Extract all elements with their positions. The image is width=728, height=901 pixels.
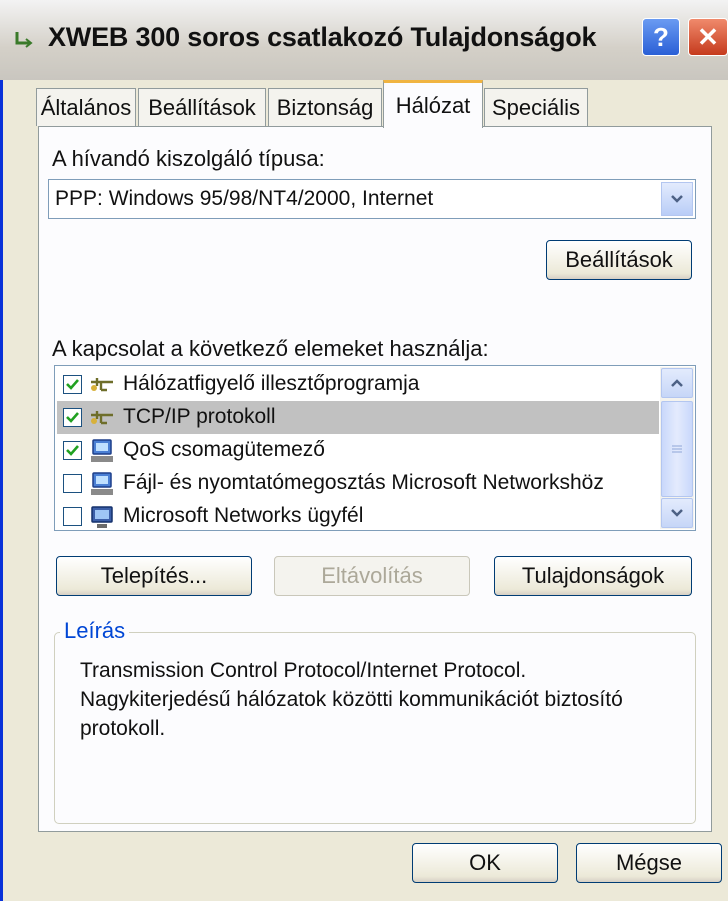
network-client-icon	[91, 506, 113, 528]
list-item[interactable]: TCP/IP protokoll	[57, 401, 659, 434]
help-button[interactable]: ?	[642, 18, 680, 56]
tab-general[interactable]: Általános	[36, 88, 136, 126]
server-type-select[interactable]: PPP: Windows 95/98/NT4/2000, Internet	[48, 179, 696, 219]
list-item[interactable]: Hálózatfigyelő illesztőprogramja	[57, 368, 659, 401]
list-item-label: QoS csomagütemező	[123, 438, 325, 461]
list-item[interactable]: Fájl- és nyomtatómegosztás Microsoft Net…	[57, 467, 659, 500]
network-service-icon	[91, 472, 113, 495]
network-protocol-icon	[91, 411, 113, 425]
checkbox[interactable]	[63, 507, 82, 526]
checkbox[interactable]	[63, 441, 82, 460]
list-item[interactable]: QoS csomagütemező	[57, 434, 659, 467]
list-item-label: Microsoft Networks ügyfél	[123, 504, 364, 527]
properties-button[interactable]: Tulajdonságok	[494, 556, 692, 596]
components-list[interactable]: Hálózatfigyelő illesztőprogramja TCP/IP …	[54, 365, 696, 531]
title-bar[interactable]: XWEB 300 soros csatlakozó Tulajdonságok …	[0, 0, 728, 81]
components-label: A kapcsolat a következő elemeket használ…	[52, 336, 489, 361]
list-scrollbar[interactable]	[660, 367, 694, 529]
cancel-button[interactable]: Mégse	[576, 843, 722, 883]
install-button[interactable]: Telepítés...	[56, 556, 252, 596]
window-title: XWEB 300 soros csatlakozó Tulajdonságok	[48, 22, 597, 52]
scroll-up-button[interactable]	[661, 368, 693, 398]
checkbox[interactable]	[63, 408, 82, 427]
list-item-label: Fájl- és nyomtatómegosztás Microsoft Net…	[123, 471, 604, 494]
network-service-icon	[91, 439, 113, 462]
list-item-label: Hálózatfigyelő illesztőprogramja	[123, 372, 420, 395]
server-type-value: PPP: Windows 95/98/NT4/2000, Internet	[55, 187, 434, 210]
close-button[interactable]: ✕	[688, 18, 728, 56]
tab-security[interactable]: Biztonság	[268, 88, 382, 126]
scroll-thumb[interactable]	[661, 401, 693, 497]
server-settings-button[interactable]: Beállítások	[546, 240, 692, 280]
description-legend: Leírás	[60, 618, 130, 644]
tab-network[interactable]: Hálózat	[383, 80, 483, 128]
connection-icon	[15, 32, 33, 48]
server-type-label: A hívandó kiszolgáló típusa:	[52, 146, 325, 171]
checkbox[interactable]	[63, 474, 82, 493]
list-item-label: TCP/IP protokoll	[123, 405, 276, 428]
checkbox[interactable]	[63, 375, 82, 394]
description-text: Transmission Control Protocol/Internet P…	[80, 659, 623, 740]
scroll-down-button[interactable]	[661, 498, 693, 528]
ok-button[interactable]: OK	[412, 843, 558, 883]
tab-advanced[interactable]: Speciális	[484, 88, 588, 126]
list-item[interactable]: Microsoft Networks ügyfél	[57, 500, 659, 530]
uninstall-button[interactable]: Eltávolítás	[274, 556, 470, 596]
network-protocol-icon	[91, 378, 113, 392]
tab-settings[interactable]: Beállítások	[138, 88, 266, 126]
chevron-down-icon[interactable]	[661, 182, 693, 216]
